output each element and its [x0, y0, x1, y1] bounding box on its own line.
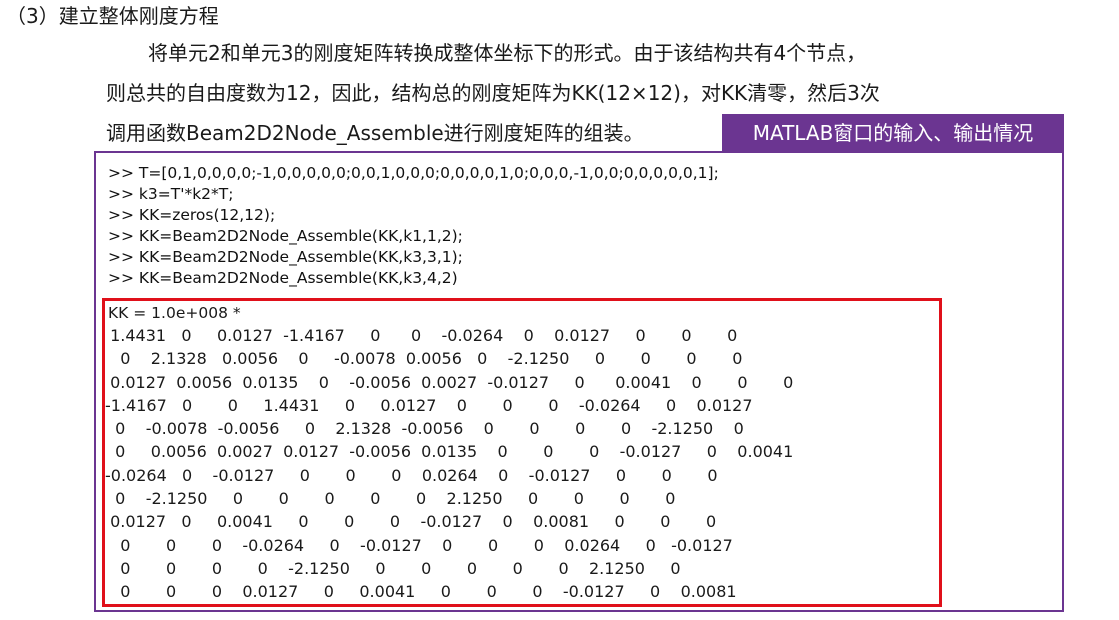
matlab-window-tag: MATLAB窗口的输入、输出情况 — [722, 114, 1064, 152]
command-list: >> T=[0,1,0,0,0,0;-1,0,0,0,0,0;0,0,1,0,0… — [108, 163, 719, 289]
matrix-row: 0.0127 0.0056 0.0135 0 -0.0056 0.0027 -0… — [105, 372, 794, 392]
matrix-row: 0 -2.1250 0 0 0 0 0 2.1250 0 0 0 0 — [105, 489, 676, 509]
matrix-row: 0.0127 0 0.0041 0 0 0 -0.0127 0 0.0081 0… — [105, 512, 717, 532]
kk-scale-label: KK = 1.0e+008 * — [108, 304, 241, 322]
paragraph-line-2: 则总共的自由度数为12，因此，结构总的刚度矩阵为KK(12×12)，对KK清零，… — [106, 81, 880, 105]
stiffness-matrix: 1.4431 0 0.0127 -1.4167 0 0 -0.0264 0 0.… — [105, 324, 793, 604]
command-line: >> KK=Beam2D2Node_Assemble(KK,k1,1,2); — [108, 227, 463, 245]
matrix-row: -1.4167 0 0 1.4431 0 0.0127 0 0 0 -0.026… — [105, 395, 753, 415]
matrix-row: 0 -0.0078 -0.0056 0 2.1328 -0.0056 0 0 0… — [105, 419, 744, 439]
matrix-row: 0 0 0 0.0127 0 0.0041 0 0 0 -0.0127 0 0.… — [105, 582, 737, 602]
matrix-output-highlight: KK = 1.0e+008 * 1.4431 0 0.0127 -1.4167 … — [102, 298, 942, 607]
matrix-row: -0.0264 0 -0.0127 0 0 0 0.0264 0 -0.0127… — [105, 465, 718, 485]
command-line: >> KK=zeros(12,12); — [108, 206, 276, 224]
command-line: >> k3=T'*k2*T; — [108, 185, 234, 203]
matrix-row: 0 0.0056 0.0027 0.0127 -0.0056 0.0135 0 … — [105, 442, 794, 462]
matrix-row: 0 0 0 -0.0264 0 -0.0127 0 0 0 0.0264 0 -… — [105, 535, 733, 555]
command-line: >> T=[0,1,0,0,0,0;-1,0,0,0,0,0;0,0,1,0,0… — [108, 164, 719, 182]
matrix-row: 0 0 0 0 -2.1250 0 0 0 0 0 2.1250 0 — [105, 558, 681, 578]
paragraph-line-1: 将单元2和单元3的刚度矩阵转换成整体坐标下的形式。由于该结构共有4个节点， — [148, 41, 867, 65]
matrix-row: 1.4431 0 0.0127 -1.4167 0 0 -0.0264 0 0.… — [105, 326, 738, 345]
matlab-console: >> T=[0,1,0,0,0,0;-1,0,0,0,0,0;0,0,1,0,0… — [94, 151, 1064, 612]
section-heading: （3）建立整体刚度方程 — [6, 4, 219, 28]
command-line: >> KK=Beam2D2Node_Assemble(KK,k3,4,2) — [108, 269, 458, 287]
command-line: >> KK=Beam2D2Node_Assemble(KK,k3,3,1); — [108, 248, 463, 266]
matrix-row: 0 2.1328 0.0056 0 -0.0078 0.0056 0 -2.12… — [105, 349, 743, 369]
paragraph-line-3: 调用函数Beam2D2Node_Assemble进行刚度矩阵的组装。 — [106, 121, 644, 145]
